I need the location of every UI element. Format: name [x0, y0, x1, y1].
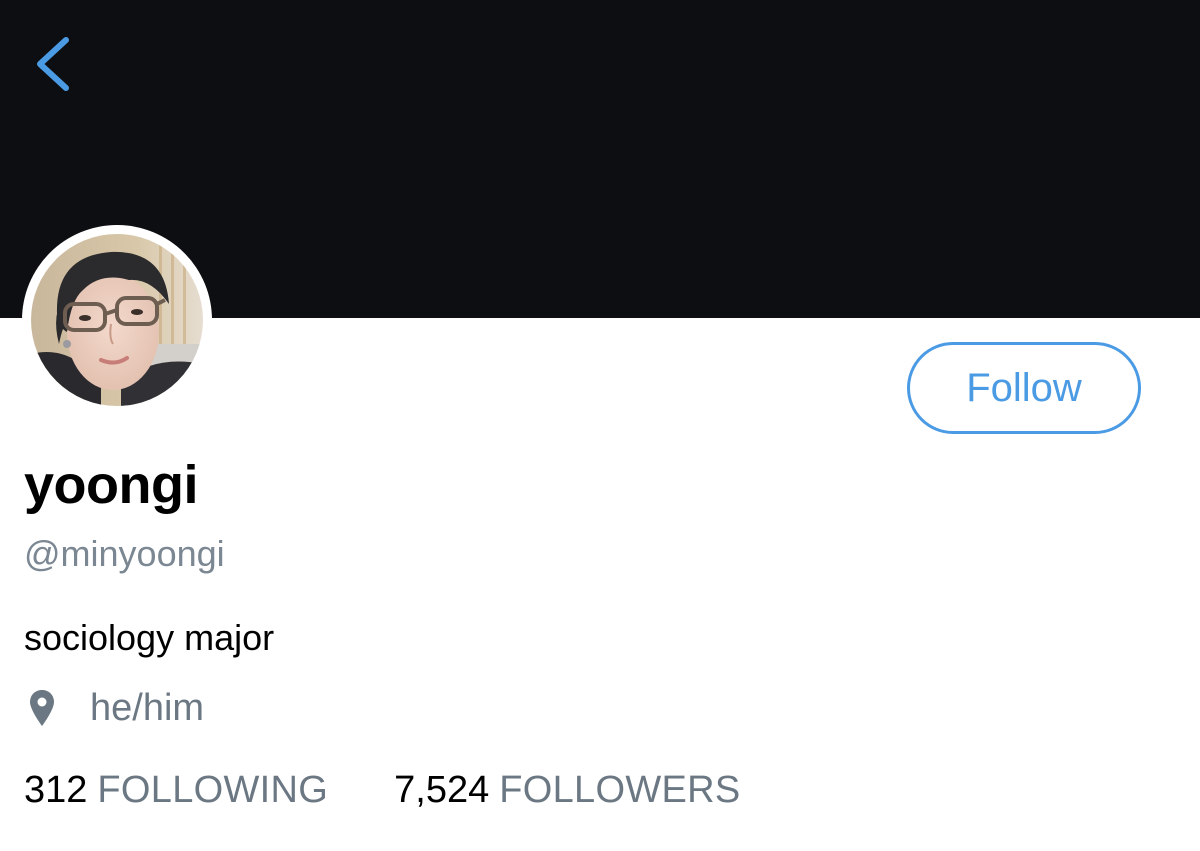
following-stat[interactable]: 312 FOLLOWING	[24, 764, 328, 816]
location-pin-icon	[30, 690, 54, 726]
following-label: FOLLOWING	[97, 769, 329, 811]
location-text: he/him	[90, 687, 205, 729]
following-count: 312	[24, 769, 88, 811]
follow-stats: 312 FOLLOWING 7,524 FOLLOWERS	[24, 764, 741, 816]
username-handle: @minyoongi	[24, 533, 225, 574]
display-name: yoongi	[24, 455, 198, 515]
follow-button[interactable]: Follow	[907, 342, 1141, 434]
avatar-photo	[31, 234, 203, 406]
location-row: he/him	[28, 682, 204, 734]
followers-label: FOLLOWERS	[499, 769, 741, 811]
followers-count: 7,524	[394, 769, 490, 811]
profile-bio: sociology major	[24, 617, 275, 658]
back-button[interactable]	[26, 30, 86, 98]
chevron-left-icon	[37, 37, 69, 91]
avatar-frame[interactable]	[22, 225, 212, 415]
profile-screen: Follow yoongi @minyoongi sociology major…	[0, 0, 1200, 851]
avatar[interactable]	[31, 234, 203, 406]
followers-stat[interactable]: 7,524 FOLLOWERS	[394, 764, 740, 816]
